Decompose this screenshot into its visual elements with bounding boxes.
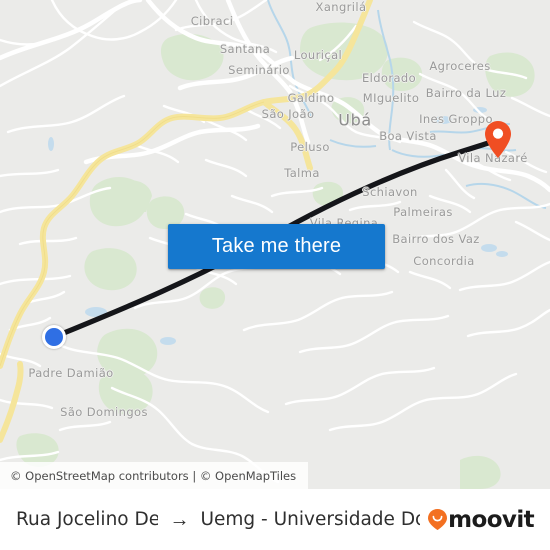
attribution-text: © OpenStreetMap contributors | © OpenMap… [10,468,297,483]
trip-endpoints: Rua Jocelino De Ol… → Uemg - Universidad… [16,509,420,530]
destination-pin-marker[interactable] [485,121,511,158]
moovit-logo[interactable]: moovit [428,506,535,533]
map-attribution[interactable]: © OpenStreetMap contributors | © OpenMap… [0,462,309,489]
map-canvas[interactable]: Cibraci Xangrilá Santana Louriçal Agroceres S… [0,0,550,489]
trip-destination-label: Uemg - Universidade Do Esta… [200,509,420,530]
trip-origin-label: Rua Jocelino De Ol… [16,509,159,530]
moovit-pin-icon [428,509,448,530]
trip-summary-bar: Rua Jocelino De Ol… → Uemg - Universidad… [0,489,550,550]
origin-dot-marker[interactable] [42,325,66,349]
take-me-there-button[interactable]: Take me there [168,224,385,269]
arrow-right-icon: → [169,509,190,530]
moovit-trip-screenshot: Cibraci Xangrilá Santana Louriçal Agroceres S… [0,0,550,550]
moovit-wordmark: moovit [448,506,534,533]
